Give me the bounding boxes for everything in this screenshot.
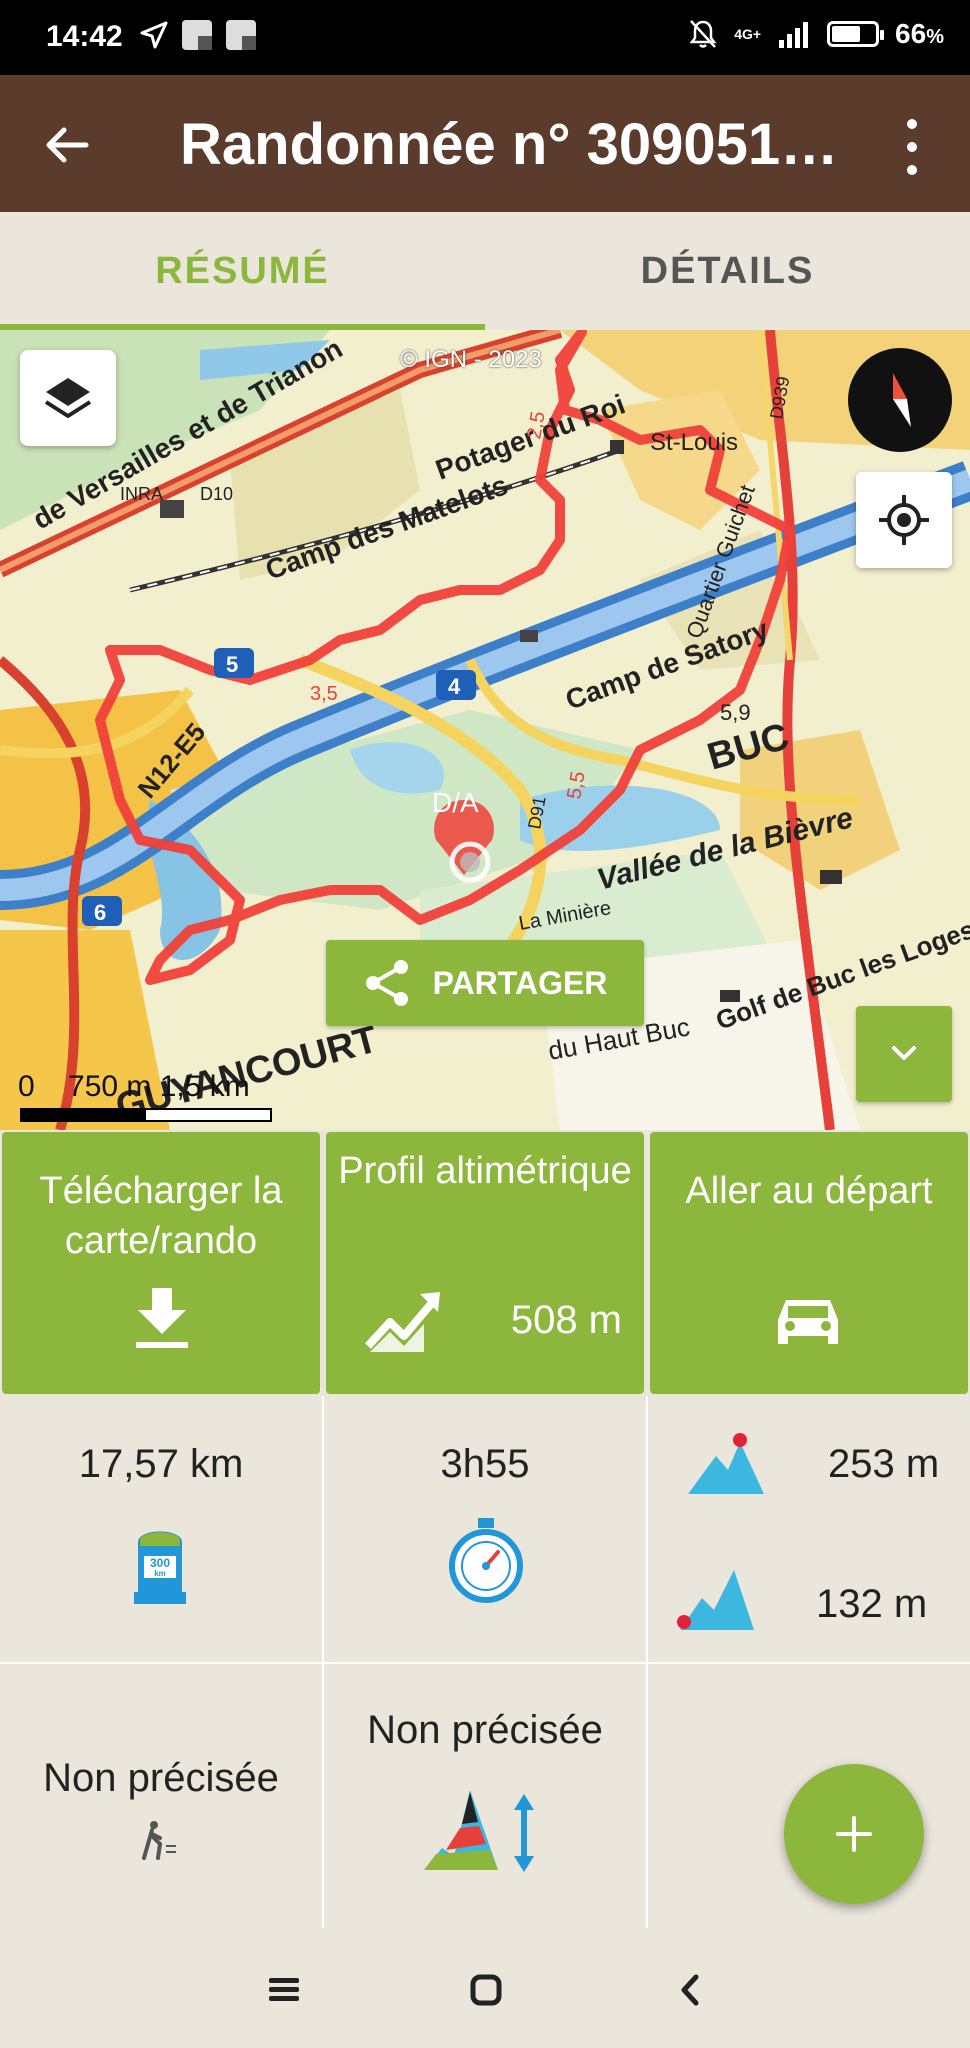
elevation-profile-button[interactable]: Profil altimétrique 508 m [326,1132,644,1394]
activity-cell: Non précisée [0,1664,324,1928]
start-marker-label: D/A [432,787,479,818]
duration-cell: 3h55 [324,1396,648,1664]
distance-cell: 17,57 km 300 km [0,1396,324,1664]
status-left-icons [140,20,256,50]
elevation-chart-icon [365,1292,440,1352]
status-right-icons: 4G+ 66% [688,18,944,50]
stopwatch-icon [449,1518,523,1603]
action-tiles: Télécharger la carte/rando Profil altimé… [0,1130,970,1396]
tab-bar: RÉSUMÉ DÉTAILS [0,212,970,330]
difficulty-icon [424,1790,534,1872]
download-map-button[interactable]: Télécharger la carte/rando [2,1132,320,1394]
map-scale-label: 0 750 m 1,5 km [18,1070,250,1103]
map-label: INRA [120,484,163,504]
map-label: 3,5 [310,683,338,705]
layers-button[interactable] [20,350,116,446]
network-indicator: 4G+ [734,26,762,42]
map-label: 4 [448,674,461,699]
car-icon [778,1300,838,1344]
add-fab-button[interactable] [784,1764,924,1904]
map-label: D10 [200,484,233,504]
crosshair-icon [879,495,929,545]
go-to-start-label: Aller au départ [685,1170,933,1212]
status-time: 14:42 [46,20,123,53]
compass-button[interactable] [848,348,952,452]
distance-badge-number: 300 [150,1556,170,1570]
distance-marker-icon: 300 km [134,1531,186,1604]
elevation-gain-value: 508 m [510,1298,622,1342]
share-button[interactable]: PARTAGER [326,940,644,1026]
map-copyright: © IGN - 2023 [400,346,542,373]
nav-home-button[interactable] [456,1960,516,2020]
descent-icon [677,1570,754,1630]
activity-value: Non précisée [43,1756,279,1800]
chevron-down-icon [892,1046,916,1060]
location-arrow-icon [140,21,168,49]
expand-map-button[interactable] [856,1006,952,1102]
difficulty-cell: Non précisée [324,1664,648,1928]
tab-details[interactable]: DÉTAILS [485,212,970,330]
download-icon [136,1288,188,1348]
distance-value: 17,57 km [78,1442,244,1486]
home-square-icon [470,1974,502,2006]
go-to-start-button[interactable]: Aller au départ [650,1132,968,1394]
ascent-value: 253 m [828,1442,940,1486]
map-label: 6 [94,900,106,925]
map-label: St-Louis [650,429,738,456]
share-label: PARTAGER [432,964,608,1001]
menu-icon [269,1978,299,2001]
back-chevron-icon [681,1974,699,2006]
app-screen: 14:42 4G+ 66% Randonnée n° 309051… RÉSUM… [0,0,970,2048]
compass-icon [893,373,911,427]
difficulty-value: Non précisée [367,1708,603,1752]
descent-value: 132 m [816,1582,928,1626]
duration-value: 3h55 [440,1442,530,1486]
system-nav-bar [0,1930,970,2048]
notification-app-icon [182,20,212,50]
notification-app-icon [226,20,256,50]
signal-icon [779,22,809,48]
bell-off-icon [689,20,717,48]
status-bar: 14:42 4G+ 66% [0,0,970,75]
locate-me-button[interactable] [856,472,952,568]
page-title: Randonnée n° 309051… [180,112,839,177]
walker-icon [142,1821,176,1860]
nav-menu-button[interactable] [254,1960,314,2020]
distance-badge-unit: km [154,1569,166,1578]
battery-icon [827,21,885,47]
ascent-icon [688,1433,764,1494]
elevation-cell: 253 m 132 m [648,1396,970,1664]
share-icon [365,960,408,1006]
map-label: 5,9 [720,700,751,725]
nav-back-button[interactable] [660,1960,720,2020]
elevation-profile-label: Profil altimétrique [338,1150,632,1192]
map-label: 5 [226,652,238,677]
tab-resume[interactable]: RÉSUMÉ [0,212,485,330]
map-view[interactable]: Potager du Roi Camp des Matelots Camp de… [0,330,970,1130]
layers-icon [44,378,92,418]
map-scale-bar [20,1108,272,1122]
battery-level: 66% [895,18,944,49]
app-bar: Randonnée n° 309051… [0,75,970,212]
download-map-label: Télécharger la carte/rando [39,1170,283,1262]
back-arrow-icon[interactable] [38,115,98,175]
overflow-menu-icon[interactable] [892,119,932,175]
plus-icon [836,1816,872,1852]
